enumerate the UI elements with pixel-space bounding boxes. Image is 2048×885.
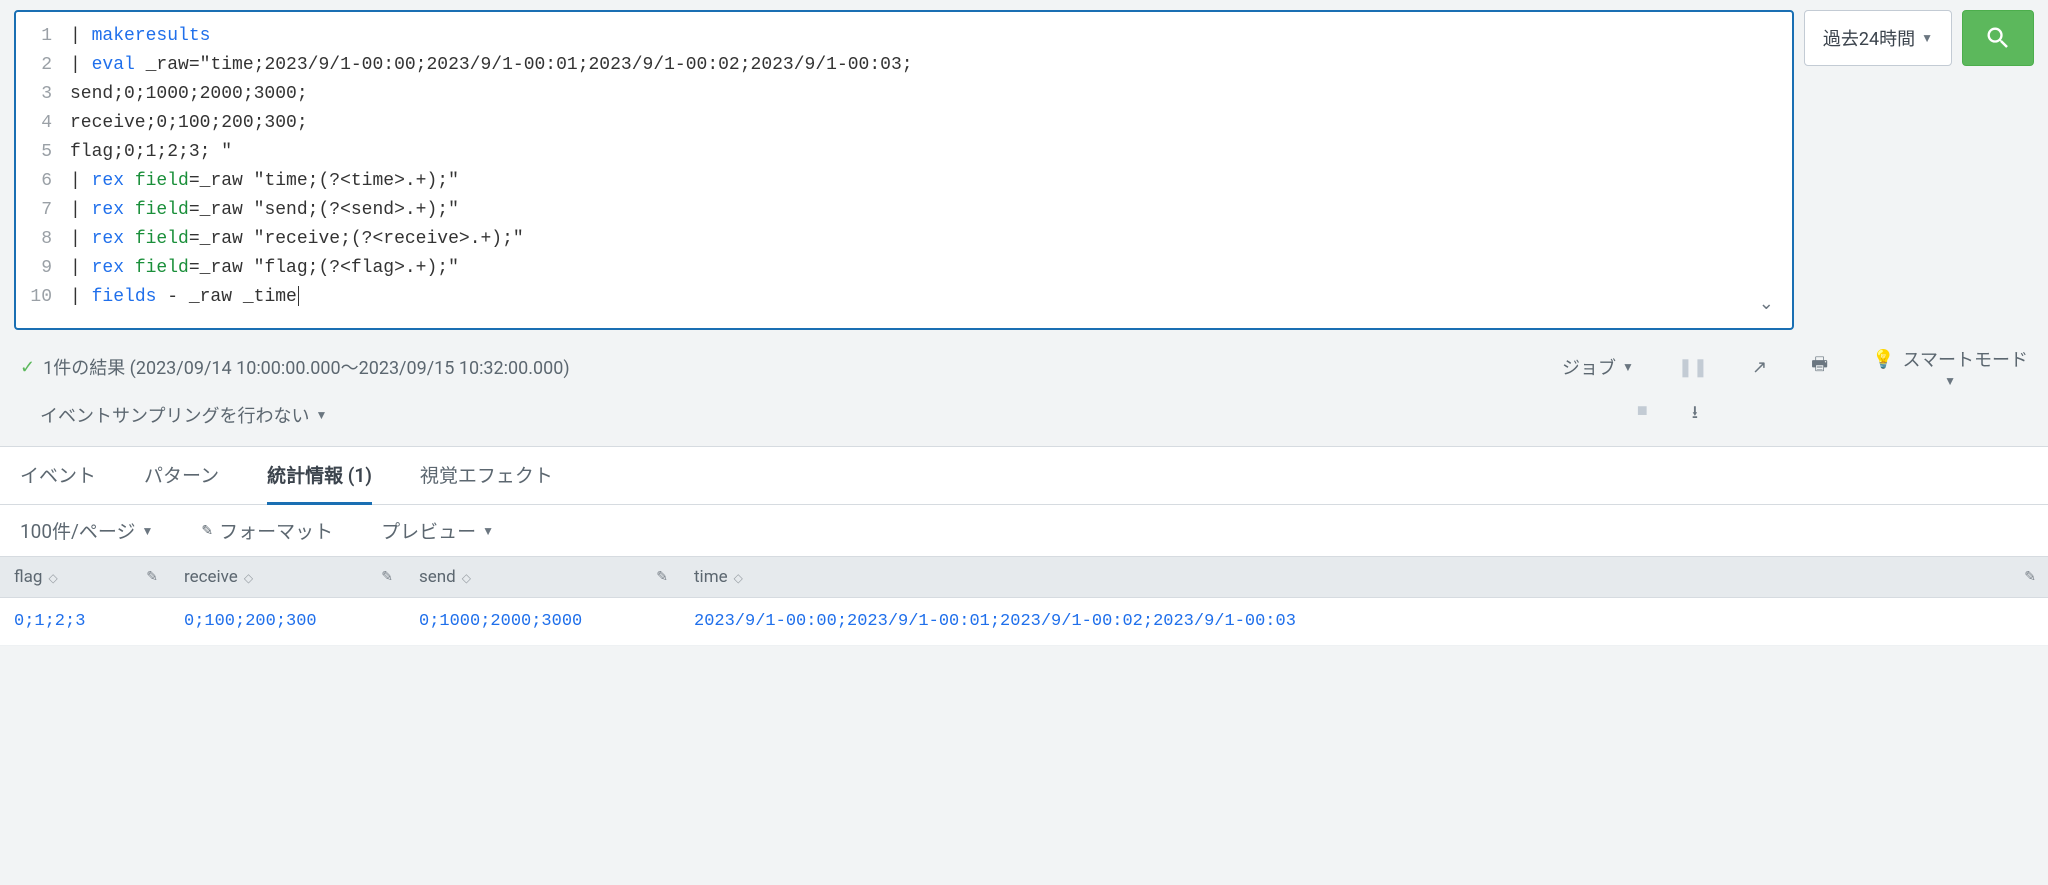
code-content[interactable]: | rex field=_raw "flag;(?<flag>.+);": [70, 254, 1778, 283]
code-line: 3send;0;1000;2000;3000;: [30, 80, 1778, 109]
chevron-down-icon[interactable]: ⌄: [1759, 293, 1774, 314]
code-content[interactable]: send;0;1000;2000;3000;: [70, 80, 1778, 109]
share-icon[interactable]: ↗: [1752, 357, 1767, 378]
time-range-label: 過去24時間: [1823, 25, 1915, 51]
search-editor[interactable]: 1| makeresults2| eval _raw="time;2023/9/…: [14, 10, 1794, 330]
pencil-icon[interactable]: ✎: [146, 569, 158, 585]
code-content[interactable]: | rex field=_raw "send;(?<send>.+);": [70, 196, 1778, 225]
tab-patterns[interactable]: パターン: [144, 447, 219, 504]
code-line: 1| makeresults: [30, 22, 1778, 51]
format-label: フォーマット: [219, 517, 333, 544]
caret-down-icon: ▼: [482, 524, 494, 538]
download-icon[interactable]: ⭳: [1692, 400, 1698, 430]
col-label: time: [694, 567, 728, 587]
caret-down-icon: ▼: [1921, 31, 1933, 45]
format-button[interactable]: ✎ フォーマット: [201, 517, 333, 544]
line-number: 10: [30, 283, 70, 312]
col-header-send[interactable]: send ◇ ✎: [405, 557, 680, 598]
code-line: 7| rex field=_raw "send;(?<send>.+);": [30, 196, 1778, 225]
pencil-icon[interactable]: ✎: [2024, 569, 2036, 585]
sampling-bar: イベントサンプリングを行わない ▼ ■ ⭳: [0, 394, 2048, 446]
col-label: send: [419, 567, 456, 587]
sort-icon: ◇: [48, 571, 57, 585]
pencil-icon[interactable]: ✎: [656, 569, 668, 585]
cell-time[interactable]: 2023/9/1-00:00;2023/9/1-00:01;2023/9/1-0…: [680, 598, 2048, 646]
line-number: 6: [30, 167, 70, 196]
code-line: 10| fields - _raw _time: [30, 283, 1778, 312]
col-label: receive: [184, 567, 238, 587]
sort-icon: ◇: [462, 571, 471, 585]
event-sampling-dropdown[interactable]: イベントサンプリングを行わない ▼: [40, 402, 327, 428]
caret-down-icon: ▼: [315, 408, 327, 422]
tab-statistics[interactable]: 統計情報 (1): [267, 447, 372, 505]
caret-down-icon: ▼: [1944, 374, 1956, 388]
code-line: 5flag;0;1;2;3; ": [30, 138, 1778, 167]
line-number: 8: [30, 225, 70, 254]
per-page-label: 100件/ページ: [20, 517, 136, 544]
cell-send[interactable]: 0;1000;2000;3000: [405, 598, 680, 646]
code-content[interactable]: | makeresults: [70, 22, 1778, 51]
result-count-text: 1件の結果 (2023/09/14 10:00:00.000～2023/09/1…: [43, 354, 570, 380]
results-toolbar: 100件/ページ ▼ ✎ フォーマット プレビュー ▼: [0, 505, 2048, 556]
col-header-receive[interactable]: receive ◇ ✎: [170, 557, 405, 598]
code-line: 8| rex field=_raw "receive;(?<receive>.+…: [30, 225, 1778, 254]
search-icon: [1984, 24, 2012, 52]
line-number: 5: [30, 138, 70, 167]
search-bar: 1| makeresults2| eval _raw="time;2023/9/…: [0, 0, 2048, 340]
per-page-dropdown[interactable]: 100件/ページ ▼: [20, 517, 153, 544]
code-content[interactable]: flag;0;1;2;3; ": [70, 138, 1778, 167]
job-menu[interactable]: ジョブ ▼: [1562, 354, 1634, 380]
stop-icon: ■: [1637, 400, 1648, 430]
line-number: 2: [30, 51, 70, 80]
pencil-icon: ✎: [201, 523, 213, 539]
pause-icon: ❚❚: [1678, 357, 1708, 378]
sort-icon: ◇: [734, 571, 743, 585]
col-header-flag[interactable]: flag ◇ ✎: [0, 557, 170, 598]
result-tabs: イベント パターン 統計情報 (1) 視覚エフェクト: [0, 446, 2048, 505]
tab-events[interactable]: イベント: [20, 447, 96, 504]
line-number: 1: [30, 22, 70, 51]
mode-selector[interactable]: 💡 スマートモード ▼: [1872, 346, 2028, 388]
sampling-label: イベントサンプリングを行わない: [40, 402, 309, 428]
code-line: 6| rex field=_raw "time;(?<time>.+);": [30, 167, 1778, 196]
line-number: 9: [30, 254, 70, 283]
code-line: 4receive;0;100;200;300;: [30, 109, 1778, 138]
lightbulb-icon: 💡: [1872, 349, 1894, 370]
line-number: 7: [30, 196, 70, 225]
code-content[interactable]: | fields - _raw _time: [70, 283, 1778, 312]
check-icon: ✓: [20, 357, 35, 378]
code-content[interactable]: | eval _raw="time;2023/9/1-00:00;2023/9/…: [70, 51, 1778, 80]
code-content[interactable]: receive;0;100;200;300;: [70, 109, 1778, 138]
line-number: 4: [30, 109, 70, 138]
tab-visualization[interactable]: 視覚エフェクト: [420, 447, 553, 504]
job-label: ジョブ: [1562, 354, 1616, 380]
preview-dropdown[interactable]: プレビュー ▼: [381, 517, 494, 544]
search-button[interactable]: [1962, 10, 2034, 66]
sort-icon: ◇: [244, 571, 253, 585]
time-range-picker[interactable]: 過去24時間 ▼: [1804, 10, 1952, 66]
line-number: 3: [30, 80, 70, 109]
table-row: 0;1;2;30;100;200;3000;1000;2000;30002023…: [0, 598, 2048, 646]
code-line: 9| rex field=_raw "flag;(?<flag>.+);": [30, 254, 1778, 283]
caret-down-icon: ▼: [1622, 360, 1634, 374]
results-table: flag ◇ ✎ receive ◇ ✎ send ◇ ✎ time ◇ ✎: [0, 556, 2048, 646]
search-status-bar: ✓ 1件の結果 (2023/09/14 10:00:00.000～2023/09…: [0, 340, 2048, 394]
pencil-icon[interactable]: ✎: [381, 569, 393, 585]
col-header-time[interactable]: time ◇ ✎: [680, 557, 2048, 598]
code-content[interactable]: | rex field=_raw "time;(?<time>.+);": [70, 167, 1778, 196]
code-line: 2| eval _raw="time;2023/9/1-00:00;2023/9…: [30, 51, 1778, 80]
code-content[interactable]: | rex field=_raw "receive;(?<receive>.+)…: [70, 225, 1778, 254]
mode-label: スマートモード: [1903, 346, 2028, 372]
cell-receive[interactable]: 0;100;200;300: [170, 598, 405, 646]
caret-down-icon: ▼: [142, 524, 154, 538]
print-icon[interactable]: 🖶: [1811, 352, 1828, 382]
col-label: flag: [14, 567, 42, 587]
preview-label: プレビュー: [381, 517, 476, 544]
cell-flag[interactable]: 0;1;2;3: [0, 598, 170, 646]
